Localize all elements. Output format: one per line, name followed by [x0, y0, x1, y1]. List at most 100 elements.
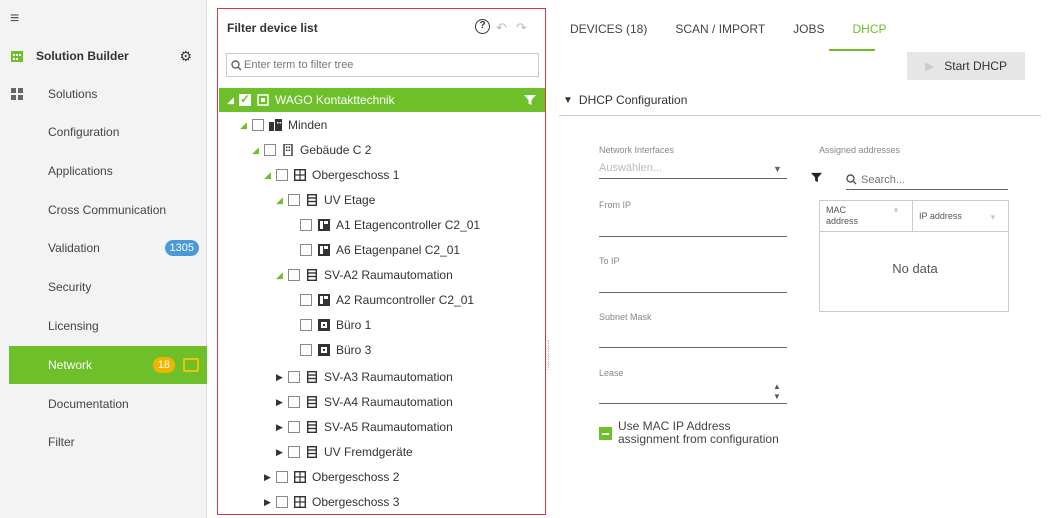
tree-row-building[interactable]: ◢ Gebäude C 2 — [252, 138, 371, 162]
sidebar-item-documentation[interactable]: Documentation — [0, 385, 207, 423]
tree-row-device[interactable]: A2 Raumcontroller C2_01 — [298, 288, 474, 312]
help-icon[interactable]: ? — [475, 19, 490, 34]
checkbox[interactable] — [239, 92, 251, 106]
subnet-mask-field[interactable] — [599, 347, 787, 348]
sidebar-item-network[interactable]: Network 18 — [9, 346, 207, 384]
network-interfaces-select[interactable]: Auswählen... — [599, 162, 662, 174]
column-filter-icon[interactable]: ▼ — [989, 212, 997, 223]
sidebar-item-label: Applications — [48, 164, 113, 178]
cabinet-icon — [305, 396, 318, 409]
tree-row-minden[interactable]: ◢ Minden — [240, 113, 327, 137]
tab-devices[interactable]: DEVICES (18) — [570, 22, 647, 42]
tree-row-sv-a3[interactable]: ▶ SV-A3 Raumautomation — [276, 365, 453, 389]
checkbox[interactable] — [288, 421, 300, 433]
filter-icon[interactable] — [811, 172, 822, 186]
checkbox[interactable] — [252, 119, 264, 131]
building-icon — [281, 144, 294, 157]
tree-row-label: SV-A2 Raumautomation — [324, 268, 453, 282]
expand-icon[interactable]: ◢ — [276, 270, 286, 281]
tree-search-input[interactable] — [244, 59, 524, 71]
checkbox[interactable] — [288, 269, 300, 281]
gear-icon[interactable]: ⚙ — [179, 48, 192, 65]
buildings-icon — [269, 119, 282, 132]
sidebar-item-validation[interactable]: Validation 1305 — [0, 229, 207, 267]
sidebar-item-filter[interactable]: Filter — [0, 423, 207, 461]
lease-stepper[interactable]: ▲ ▼ — [773, 382, 781, 402]
checkbox[interactable] — [288, 396, 300, 408]
redo-icon[interactable]: ↷ — [516, 20, 527, 36]
assigned-addresses-label: Assigned addresses — [819, 145, 901, 155]
collapse-icon[interactable]: ▶ — [276, 372, 286, 383]
expand-icon[interactable]: ◢ — [252, 145, 262, 156]
lease-field[interactable] — [599, 403, 787, 404]
to-ip-field[interactable] — [599, 292, 787, 293]
checkbox[interactable] — [276, 496, 288, 508]
sidebar-item-applications[interactable]: Applications — [0, 152, 207, 190]
tab-jobs[interactable]: JOBS — [793, 22, 824, 42]
checkbox[interactable] — [288, 371, 300, 383]
tree-row-sv-a2[interactable]: ◢ SV-A2 Raumautomation — [276, 263, 453, 287]
checkbox[interactable] — [264, 144, 276, 156]
section-title: DHCP Configuration — [578, 93, 688, 107]
checkbox[interactable] — [276, 471, 288, 483]
tree-row-room[interactable]: Büro 3 — [298, 338, 371, 362]
tree-row-floor-2[interactable]: ▶ Obergeschoss 2 — [264, 465, 399, 489]
sidebar-item-cross-communication[interactable]: Cross Communication — [0, 191, 207, 229]
tree-row-floor-1[interactable]: ◢ Obergeschoss 1 — [264, 163, 399, 187]
expand-icon[interactable]: ◢ — [227, 95, 237, 106]
assigned-search-box[interactable] — [846, 170, 1008, 190]
tree-row-sv-a5[interactable]: ▶ SV-A5 Raumautomation — [276, 415, 453, 439]
mac-address-column-header[interactable]: MAC address ▼ — [820, 201, 914, 231]
use-mac-checkbox[interactable] — [599, 427, 612, 440]
tree-row-label: A6 Etagenpanel C2_01 — [336, 243, 461, 257]
ip-address-column-header[interactable]: IP address ▼ — [913, 201, 1008, 231]
tree-row-room[interactable]: Büro 1 — [298, 313, 371, 337]
collapse-icon[interactable]: ▶ — [276, 422, 286, 433]
dropdown-arrow-icon[interactable]: ▼ — [773, 164, 782, 174]
sidebar-item-solutions[interactable]: Solutions — [0, 75, 207, 113]
tree-search-box[interactable] — [226, 53, 539, 77]
tree-row-root[interactable]: ◢ WAGO Kontakttechnik — [219, 88, 545, 112]
checkbox[interactable] — [300, 294, 312, 306]
checkbox[interactable] — [300, 319, 312, 331]
assigned-search-input[interactable] — [861, 173, 1001, 186]
start-dhcp-label: Start DHCP — [944, 59, 1007, 73]
validation-count-badge: 1305 — [164, 240, 199, 256]
sidebar-item-licensing[interactable]: Licensing — [0, 307, 207, 345]
checkbox[interactable] — [300, 219, 312, 231]
filter-icon[interactable] — [524, 94, 536, 109]
tree-row-uv-fremd[interactable]: ▶ UV Fremdgeräte — [276, 440, 413, 464]
checkbox[interactable] — [288, 446, 300, 458]
collapse-icon[interactable]: ▶ — [264, 472, 274, 483]
tree-row-floor-3[interactable]: ▶ Obergeschoss 3 — [264, 490, 399, 514]
checkbox[interactable] — [300, 244, 312, 256]
tree-row-uv-etage[interactable]: ◢ UV Etage — [276, 188, 375, 212]
collapse-icon[interactable]: ▶ — [264, 497, 274, 508]
collapse-icon[interactable]: ▶ — [276, 397, 286, 408]
collapse-icon[interactable]: ▶ — [276, 447, 286, 458]
sidebar-item-security[interactable]: Security — [0, 268, 207, 306]
tab-dhcp[interactable]: DHCP — [853, 22, 887, 42]
expand-icon[interactable]: ◢ — [276, 195, 286, 206]
tree-row-device[interactable]: A6 Etagenpanel C2_01 — [298, 238, 460, 262]
panel-splitter[interactable] — [548, 340, 550, 370]
lease-label: Lease — [599, 368, 624, 378]
undo-icon[interactable]: ↶ — [496, 20, 507, 36]
tree-row-device[interactable]: A1 Etagencontroller C2_01 — [298, 213, 480, 237]
start-dhcp-button[interactable]: ▶ Start DHCP — [907, 52, 1025, 80]
expand-icon[interactable]: ◢ — [264, 170, 274, 181]
checkbox[interactable] — [300, 344, 312, 356]
from-ip-field[interactable] — [599, 236, 787, 237]
checkbox[interactable] — [276, 169, 288, 181]
tab-scan-import[interactable]: SCAN / IMPORT — [675, 22, 765, 42]
tree-row-sv-a4[interactable]: ▶ SV-A4 Raumautomation — [276, 390, 453, 414]
tree-row-label: Obergeschoss 1 — [312, 168, 400, 182]
use-mac-label: Use MAC IP Address assignment from confi… — [618, 420, 779, 446]
checkbox[interactable] — [288, 194, 300, 206]
from-ip-label: From IP — [599, 200, 632, 210]
expand-icon[interactable]: ◢ — [240, 120, 250, 131]
hamburger-menu-icon[interactable]: ≡ — [10, 11, 26, 27]
sidebar-item-configuration[interactable]: Configuration — [0, 113, 207, 151]
dhcp-config-header[interactable]: ▼ DHCP Configuration — [563, 93, 687, 107]
column-filter-icon[interactable]: ▼ — [892, 205, 900, 216]
